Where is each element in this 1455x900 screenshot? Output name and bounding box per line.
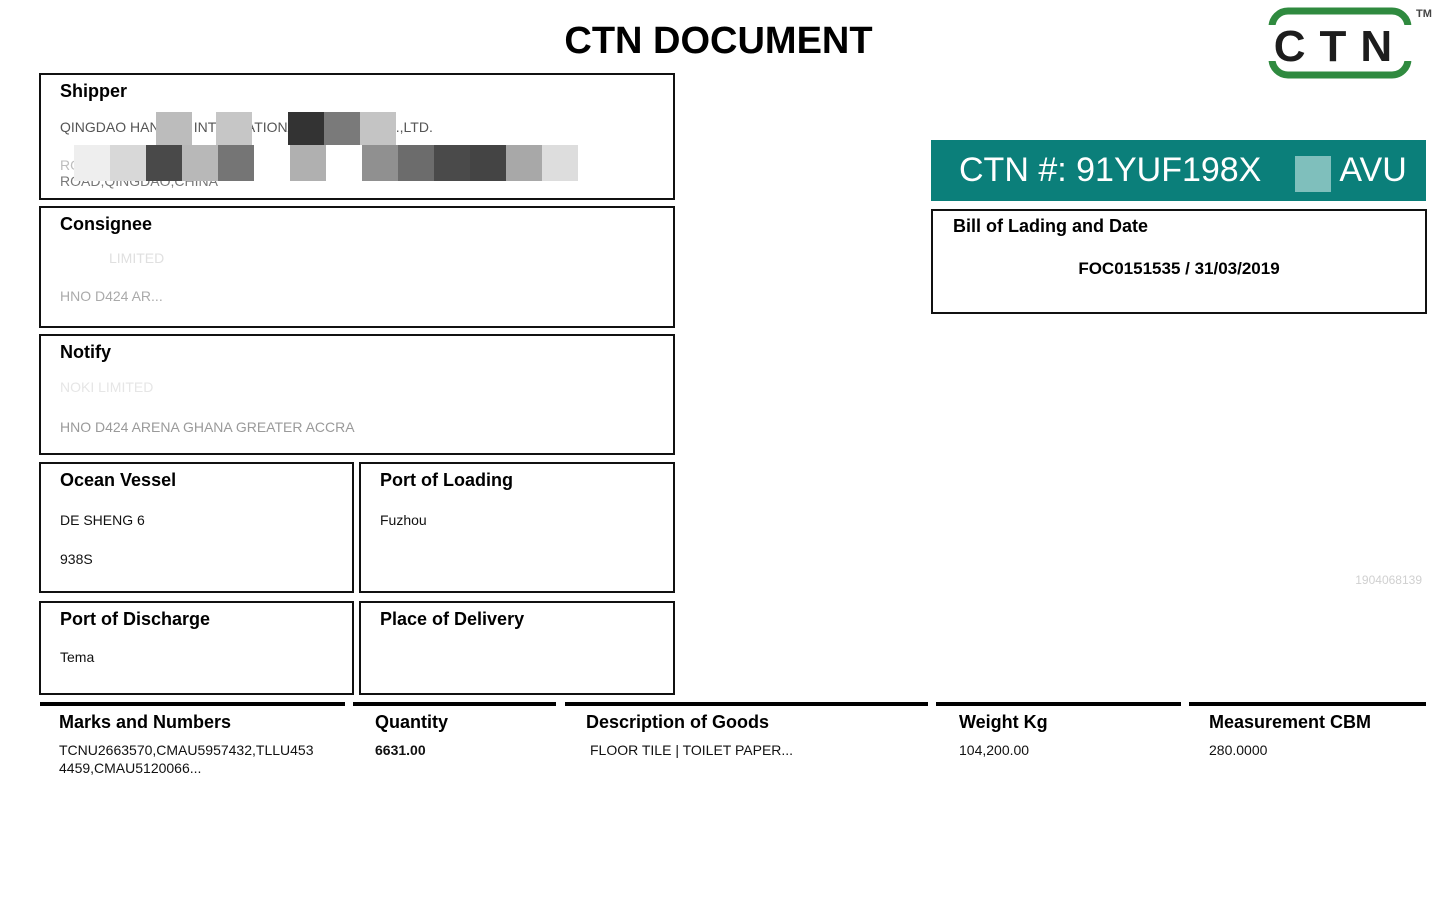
notify-name: NOKI LIMITED	[60, 379, 154, 395]
column-header-marks-label: Marks and Numbers	[59, 712, 232, 732]
voyage-number: 938S	[60, 551, 93, 567]
place-of-delivery-label: Place of Delivery	[380, 609, 525, 629]
logo-trademark: TM	[1416, 8, 1432, 20]
column-header-quantity-label: Quantity	[375, 712, 449, 732]
shipper-box: Shipper QINGDAO HANRUN INTERNATIONAL TRA…	[39, 73, 675, 200]
ctn-number-label: CTN #:	[959, 151, 1067, 189]
column-header-description: Description of Goods	[565, 702, 928, 732]
ctn-logo-icon: CTN TM	[1268, 7, 1432, 79]
ctn-logo: CTN TM	[1268, 5, 1443, 80]
ctn-redaction	[1261, 152, 1339, 193]
consignee-address: HNO D424 AR...	[60, 288, 163, 304]
column-header-weight: Weight Kg	[936, 702, 1181, 732]
port-of-loading-label: Port of Loading	[380, 470, 513, 490]
bill-of-lading-label: Bill of Lading and Date	[953, 216, 1149, 236]
redaction-mosaic	[74, 112, 614, 182]
port-of-discharge-value: Tema	[60, 649, 95, 665]
marks-line-2: 4459,CMAU5120066...	[59, 760, 202, 776]
column-header-quantity: Quantity	[353, 702, 556, 732]
document-title: CTN DOCUMENT	[564, 20, 873, 62]
column-header-measurement-label: Measurement CBM	[1209, 712, 1372, 732]
bill-of-lading-box: Bill of Lading and Date FOC0151535 / 31/…	[931, 209, 1427, 314]
port-of-discharge-label: Port of Discharge	[60, 609, 211, 629]
logo-text: CTN	[1274, 22, 1406, 71]
table-row-description: FLOOR TILE | TOILET PAPER...	[590, 742, 794, 758]
column-header-measurement: Measurement CBM	[1189, 702, 1426, 732]
shipper-label: Shipper	[60, 81, 128, 101]
consignee-name: LIMITED	[109, 250, 165, 266]
ctn-number-start: 91YUF198X	[1076, 151, 1262, 189]
notify-address: HNO D424 ARENA GHANA GREATER ACCRA	[60, 419, 355, 435]
table-row-measurement: 280.0000	[1209, 742, 1268, 758]
vessel-name: DE SHENG 6	[60, 512, 145, 528]
notify-box: Notify NOKI LIMITED HNO D424 ARENA GHANA…	[39, 334, 675, 455]
table-row-quantity: 6631.00	[375, 742, 426, 758]
place-of-delivery-box: Place of Delivery	[359, 601, 675, 695]
column-header-description-label: Description of Goods	[586, 712, 770, 732]
port-of-loading-value: Fuzhou	[380, 512, 427, 528]
port-of-loading-box: Port of Loading Fuzhou	[359, 462, 675, 593]
marks-line-1: TCNU2663570,CMAU5957432,TLLU453	[59, 742, 314, 758]
ocean-vessel-box: Ocean Vessel DE SHENG 6 938S	[39, 462, 354, 593]
ocean-vessel-label: Ocean Vessel	[60, 470, 177, 490]
consignee-box: Consignee LIMITED HNO D424 AR...	[39, 206, 675, 328]
notify-label: Notify	[60, 342, 111, 362]
port-of-discharge-box: Port of Discharge Tema	[39, 601, 354, 695]
table-row-marks: TCNU2663570,CMAU5957432,TLLU453 4459,CMA…	[59, 741, 313, 777]
ctn-number-end: AVU	[1339, 151, 1407, 189]
table-row-weight: 104,200.00	[959, 742, 1030, 758]
ctn-number-banner: CTN #: 91YUF198X AVU	[931, 140, 1426, 201]
column-header-marks: Marks and Numbers	[40, 702, 345, 732]
column-header-weight-label: Weight Kg	[959, 712, 1048, 732]
bill-of-lading-value: FOC0151535 / 31/03/2019	[1078, 259, 1280, 278]
consignee-label: Consignee	[60, 214, 153, 234]
document-id-watermark: 1904068139	[1355, 573, 1422, 587]
